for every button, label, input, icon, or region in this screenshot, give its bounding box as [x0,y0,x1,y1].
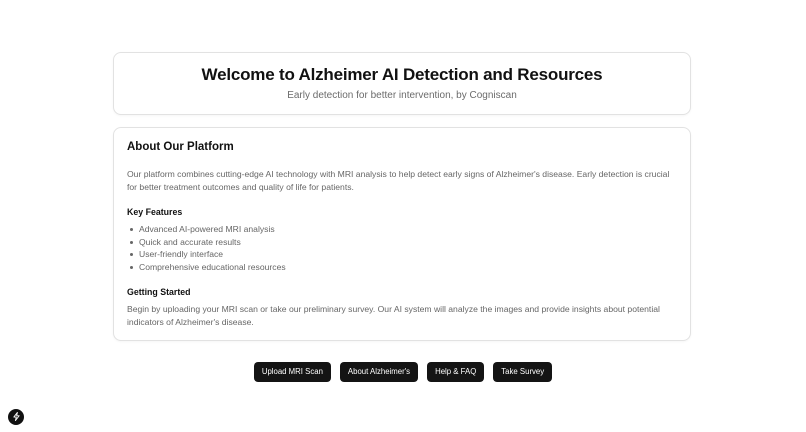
floating-action-button[interactable] [8,409,24,425]
page-subtitle: Early detection for better intervention,… [287,90,517,101]
list-item: Advanced AI-powered MRI analysis [127,223,286,236]
list-item: Quick and accurate results [127,236,286,249]
upload-mri-button[interactable]: Upload MRI Scan [253,362,331,382]
help-faq-button[interactable]: Help & FAQ [427,362,485,382]
lightning-icon [12,408,21,426]
list-item: User-friendly interface [127,248,286,261]
getting-started-text: Begin by uploading your MRI scan or take… [127,304,660,327]
page-title: Welcome to Alzheimer AI Detection and Re… [201,65,603,84]
about-alzheimers-button[interactable]: About Alzheimer's [339,362,419,382]
take-survey-button[interactable]: Take Survey [493,362,553,382]
features-title: Key Features [127,207,183,217]
about-card: About Our Platform Our platform combines… [113,127,691,341]
about-intro: Our platform combines cutting-edge AI te… [127,169,670,192]
hero-card: Welcome to Alzheimer AI Detection and Re… [113,52,691,115]
list-item: Comprehensive educational resources [127,261,286,274]
action-buttons: Upload MRI Scan About Alzheimer's Help &… [0,362,806,382]
getting-started-title: Getting Started [127,287,191,297]
about-title: About Our Platform [127,141,234,153]
features-list: Advanced AI-powered MRI analysis Quick a… [127,223,286,274]
